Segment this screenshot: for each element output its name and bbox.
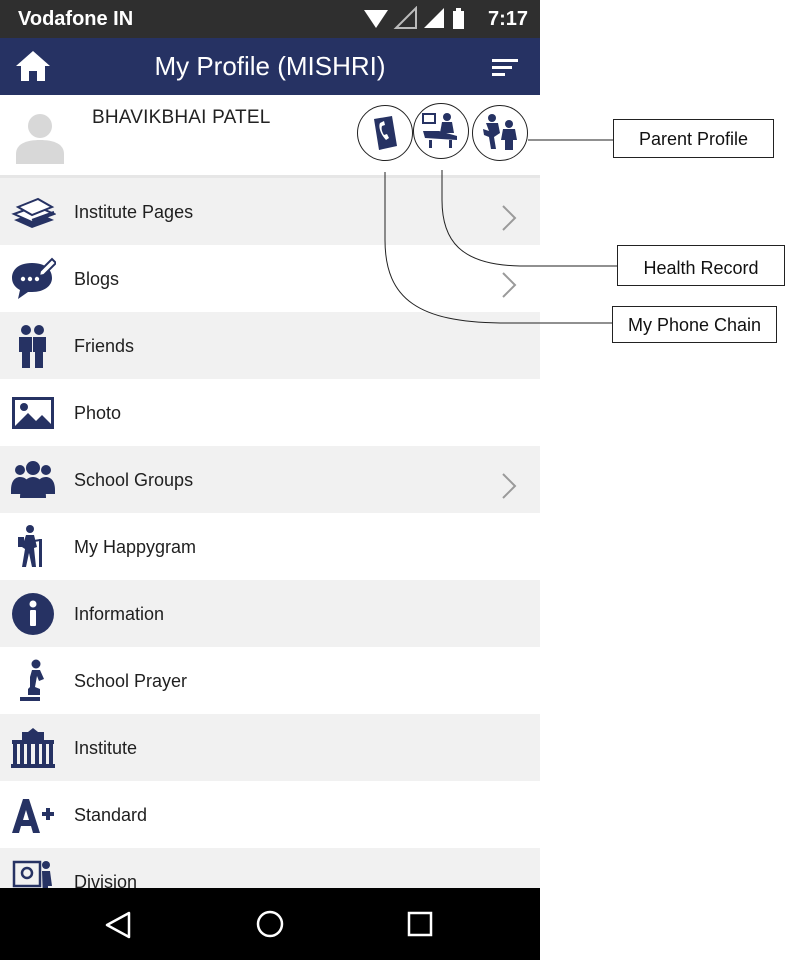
status-icons: [364, 6, 464, 29]
signal-icon: [424, 8, 444, 28]
menu-item-blogs[interactable]: Blogs: [0, 245, 540, 312]
standard-icon: [12, 799, 54, 833]
photo-icon: [12, 397, 54, 429]
home-circle-icon[interactable]: [254, 908, 286, 940]
menu-item-institute-pages[interactable]: Institute Pages: [0, 178, 540, 245]
parent-profile-button[interactable]: [472, 105, 528, 161]
callout-my-phone-chain: My Phone Chain: [612, 306, 777, 343]
menu-item-label: Division: [74, 872, 138, 888]
menu-item-label: Institute: [74, 738, 138, 758]
signal-empty-icon: [393, 6, 417, 29]
menu-item-label: Blogs: [74, 269, 120, 289]
health-record-button[interactable]: [413, 103, 469, 159]
menu-item-label: Friends: [74, 336, 135, 356]
menu-item-label: Information: [74, 604, 165, 624]
system-nav-bar: [0, 888, 540, 960]
menu-item-label: Institute Pages: [74, 202, 194, 222]
menu-list: Institute Pages Blogs Friends Photo Scho…: [0, 178, 540, 888]
blogs-icon: [12, 257, 56, 299]
callout-health-record: Health Record: [617, 245, 785, 286]
chevron-right-icon: [502, 473, 517, 499]
menu-item-information[interactable]: Information: [0, 580, 540, 647]
clock: 7:17: [487, 8, 528, 30]
school-prayer-icon: [20, 659, 44, 701]
callout-parent-profile: Parent Profile: [613, 119, 774, 158]
status-bar: Vodafone IN 7:17: [0, 0, 540, 38]
avatar[interactable]: [14, 110, 66, 164]
recent-apps-icon[interactable]: [405, 909, 435, 939]
phone-chain-button[interactable]: [357, 105, 413, 161]
menu-item-division[interactable]: Division: [0, 848, 540, 888]
health-record-icon: [422, 113, 457, 148]
phone-screen: Vodafone IN 7:17 My Profile (MISHRI) BHA…: [0, 0, 540, 960]
menu-item-label: Photo: [74, 403, 122, 423]
friends-icon: [19, 325, 46, 368]
carrier-name: Vodafone IN: [18, 8, 134, 30]
information-icon: [12, 593, 54, 635]
chevron-right-icon: [502, 205, 517, 231]
battery-icon: [453, 11, 464, 29]
menu-item-school-prayer[interactable]: School Prayer: [0, 647, 540, 714]
menu-item-standard[interactable]: Standard: [0, 781, 540, 848]
menu-item-label: School Prayer: [74, 671, 188, 691]
menu-item-friends[interactable]: Friends: [0, 312, 540, 379]
app-bar: My Profile (MISHRI): [0, 38, 540, 95]
menu-item-label: My Happygram: [74, 537, 197, 557]
back-icon[interactable]: [103, 910, 135, 940]
page-title: My Profile (MISHRI): [154, 51, 386, 81]
sort-menu-icon[interactable]: [490, 54, 520, 80]
phone-chain-icon: [374, 116, 397, 150]
parent-profile-icon: [483, 114, 517, 150]
division-icon: [12, 860, 52, 888]
wifi-icon: [364, 10, 388, 28]
happygram-icon: [18, 525, 42, 567]
institute-pages-icon: [11, 197, 56, 228]
school-groups-icon: [11, 461, 55, 498]
menu-item-label: School Groups: [74, 470, 194, 490]
profile-name: BHAVIKBHAI PATEL: [92, 107, 271, 128]
menu-item-school-groups[interactable]: School Groups: [0, 446, 540, 513]
menu-item-label: Standard: [74, 805, 148, 825]
menu-item-photo[interactable]: Photo: [0, 379, 540, 446]
institute-icon: [11, 728, 55, 768]
chevron-right-icon: [502, 272, 517, 298]
menu-item-my-happygram[interactable]: My Happygram: [0, 513, 540, 580]
menu-item-institute[interactable]: Institute: [0, 714, 540, 781]
profile-header: BHAVIKBHAI PATEL: [0, 95, 540, 178]
